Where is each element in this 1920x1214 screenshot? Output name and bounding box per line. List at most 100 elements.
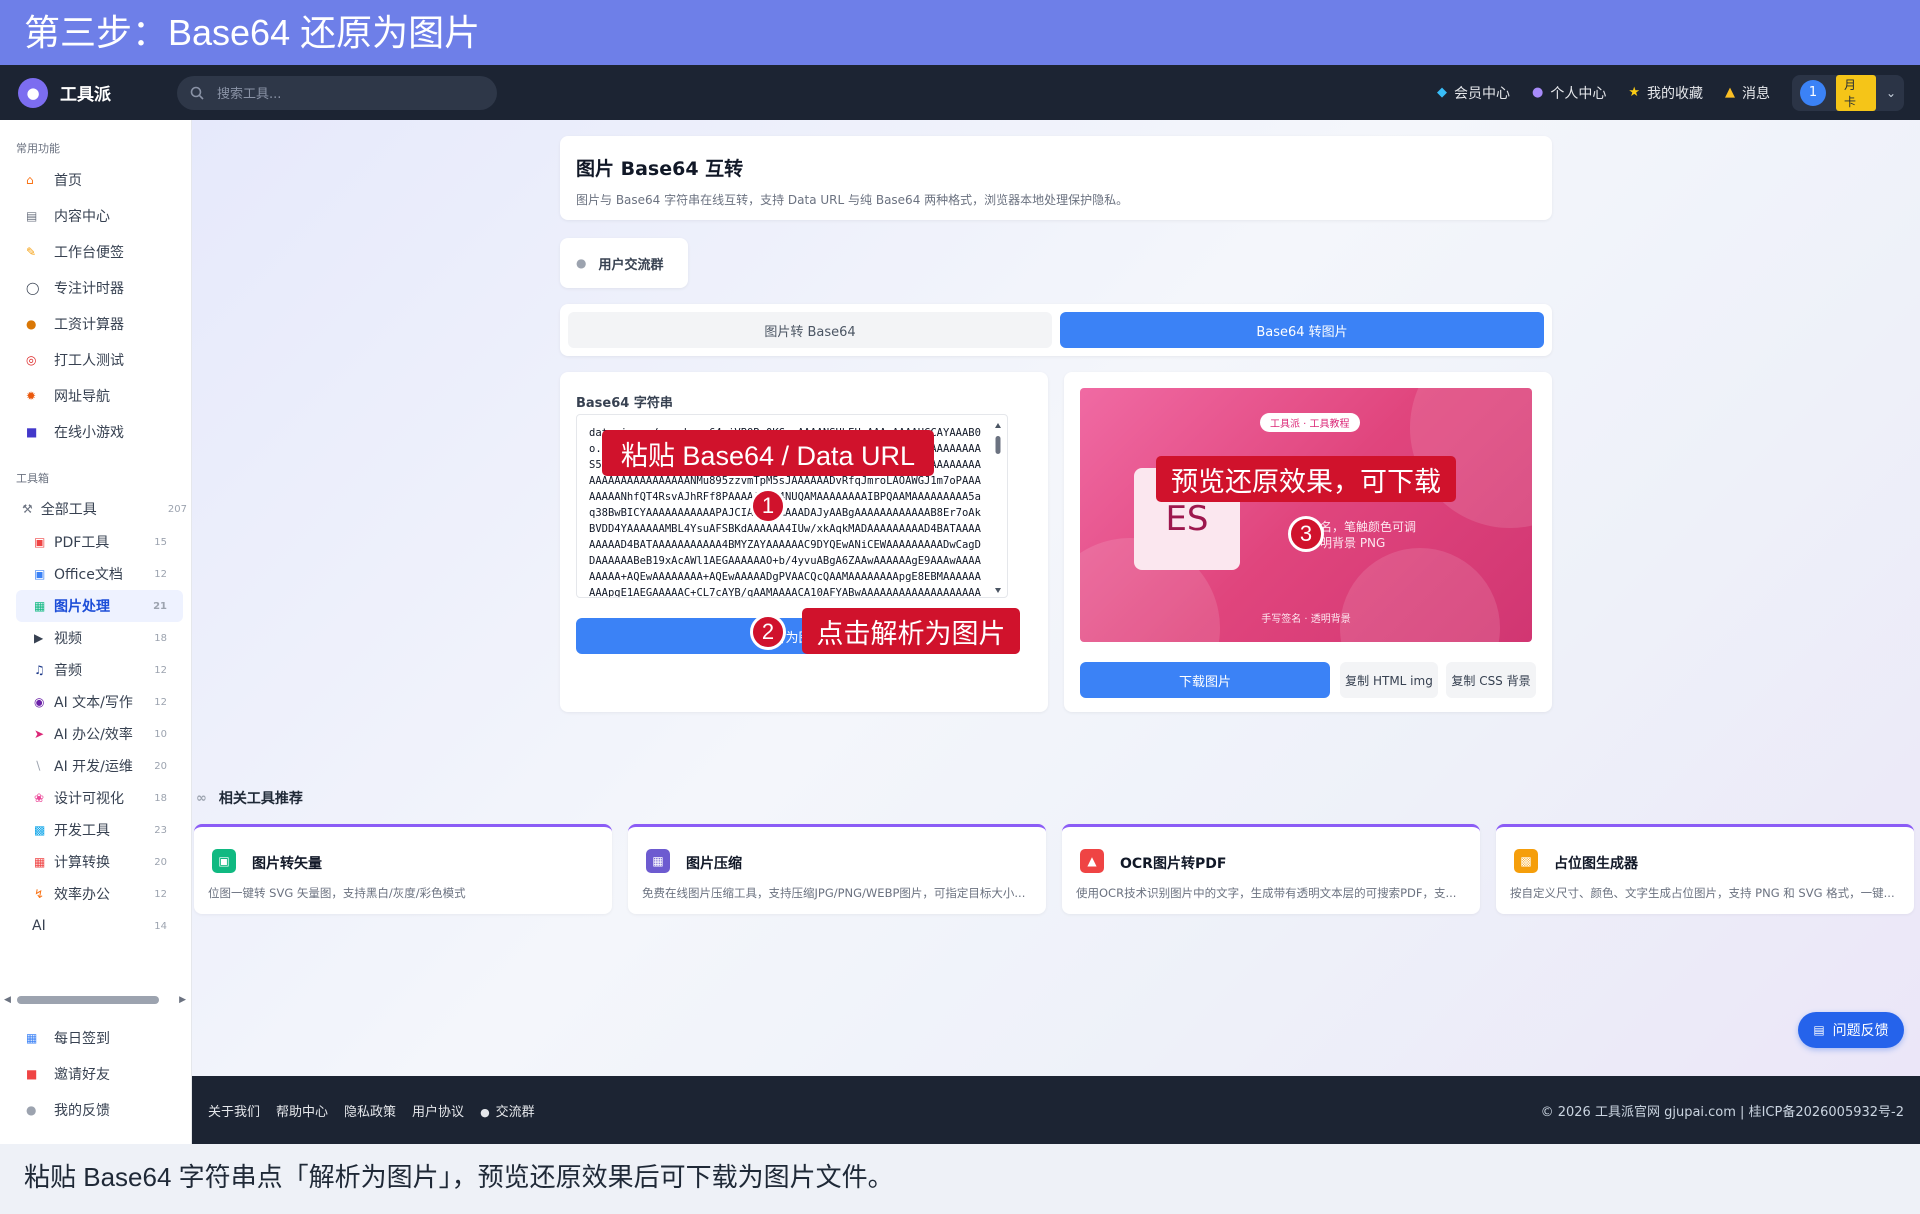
sidebar-item-test[interactable]: ◎ 打工人测试 xyxy=(0,342,191,378)
sidebar-cat-ai[interactable]: AI 14 xyxy=(0,910,191,942)
download-image-button[interactable]: 下载图片 xyxy=(1080,662,1330,698)
count-badge: 12 xyxy=(154,696,167,708)
related-tool-card[interactable]: ▦ 图片压缩 免费在线图片压缩工具，支持压缩JPG/PNG/WEBP图片，可指定… xyxy=(628,824,1046,914)
scroll-right-icon: ▶ xyxy=(179,995,186,1005)
search-placeholder: 搜索工具... xyxy=(217,87,282,102)
sidebar-item-all-tools[interactable]: ⚒ 全部工具 207 xyxy=(0,492,191,526)
sidebar-cat-audio[interactable]: ♫ 音频 12 xyxy=(0,654,191,686)
nav-messages[interactable]: ▲ 消息 xyxy=(1725,83,1770,103)
sidebar-cat-office[interactable]: ▣ Office文档 12 xyxy=(0,558,191,590)
annotation-callout-1: 粘贴 Base64 / Data URL xyxy=(602,430,934,476)
abacus-icon: ▦ xyxy=(34,855,46,869)
sidebar-item-label: 图片处理 xyxy=(54,599,110,615)
compass-icon: ✹ xyxy=(26,389,37,403)
nav-profile[interactable]: ● 个人中心 xyxy=(1532,83,1606,103)
nav-link-label: 会员中心 xyxy=(1454,85,1510,102)
sidebar-item-salary[interactable]: ● 工资计算器 xyxy=(0,306,191,342)
sidebar-item-label: 我的反馈 xyxy=(54,1103,110,1119)
page-description: 图片与 Base64 字符串在线互转，支持 Data URL 与纯 Base64… xyxy=(576,193,1129,207)
sidebar-cat-devtools[interactable]: ▩ 开发工具 23 xyxy=(0,814,191,846)
nav-link-label: 个人中心 xyxy=(1550,85,1607,102)
sidebar-item-label: PDF工具 xyxy=(54,535,110,551)
scroll-left-icon: ◀ xyxy=(4,995,11,1005)
related-tool-card[interactable]: ▲ OCR图片转PDF 使用OCR技术识别图片中的文字，生成带有透明文本层的可搜… xyxy=(1062,824,1480,914)
related-tool-name: 图片压缩 xyxy=(686,856,742,872)
sidebar-item-content[interactable]: ▤ 内容中心 xyxy=(0,198,191,234)
sidebar-item-home[interactable]: ⌂ 首页 xyxy=(0,162,191,198)
count-badge: 12 xyxy=(154,664,167,676)
wrench-icon: ∖ xyxy=(34,759,42,773)
related-tool-desc: 按自定义尺寸、颜色、文字生成占位图片，支持 PNG 和 SVG 格式，一键... xyxy=(1510,886,1895,900)
related-tools-title: ∞ 相关工具推荐 xyxy=(196,788,303,808)
feedback-button[interactable]: ▤ 问题反馈 xyxy=(1798,1012,1904,1048)
sidebar-item-label: 全部工具 xyxy=(40,502,97,518)
textarea-scrollbar[interactable] xyxy=(994,422,1002,594)
user-group-button[interactable]: ● 用户交流群 xyxy=(560,238,688,288)
sidebar-item-nav[interactable]: ✹ 网址导航 xyxy=(0,378,191,414)
link-icon: ∞ xyxy=(196,790,207,806)
related-tool-card[interactable]: ▩ 占位图生成器 按自定义尺寸、颜色、文字生成占位图片，支持 PNG 和 SVG… xyxy=(1496,824,1914,914)
sidebar-item-label: 专注计时器 xyxy=(54,281,124,297)
nav-link-label: 我的收藏 xyxy=(1647,85,1703,102)
sidebar-item-label: AI 文本/写作 xyxy=(54,695,133,711)
footer-link-group[interactable]: ● 交流群 xyxy=(480,1101,535,1120)
preview-footer-text: 手写签名 · 透明背景 xyxy=(1261,614,1351,625)
tab-base64-to-image[interactable]: Base64 转图片 xyxy=(1060,312,1544,348)
chevron-down-icon: ⌄ xyxy=(1885,85,1896,100)
membership-badge: 月卡 xyxy=(1835,74,1876,111)
sidebar-item-feedback[interactable]: ● 我的反馈 xyxy=(0,1092,191,1128)
sidebar-cat-video[interactable]: ▶ 视频 18 xyxy=(0,622,191,654)
document-icon: ▣ xyxy=(34,567,46,581)
sidebar-item-label: 邀请好友 xyxy=(54,1067,110,1083)
annotation-number-1: 1 xyxy=(750,488,786,524)
related-title-text: 相关工具推荐 xyxy=(218,791,303,807)
sidebar-cat-calc[interactable]: ▦ 计算转换 20 xyxy=(0,846,191,878)
annotation-callout-2: 点击解析为图片 xyxy=(802,608,1020,654)
sidebar-cat-ai-writing[interactable]: ◉ AI 文本/写作 12 xyxy=(0,686,191,718)
copy-html-img-button[interactable]: 复制 HTML img xyxy=(1340,662,1438,698)
search-input[interactable]: 搜索工具... xyxy=(177,75,497,110)
sidebar-item-checkin[interactable]: ▦ 每日签到 xyxy=(0,1020,191,1056)
sidebar-cat-design[interactable]: ❀ 设计可视化 18 xyxy=(0,782,191,814)
sidebar-item-memo[interactable]: ✎ 工作台便签 xyxy=(0,234,191,270)
sidebar-cat-pdf[interactable]: ▣ PDF工具 15 xyxy=(0,526,191,558)
sidebar-cat-efficiency[interactable]: ↯ 效率办公 12 xyxy=(0,878,191,910)
scrollbar-thumb[interactable] xyxy=(16,996,159,1004)
sidebar-item-label: 计算转换 xyxy=(54,855,110,871)
sidebar-item-label: AI 办公/效率 xyxy=(54,727,133,743)
sidebar-item-label: 工作台便签 xyxy=(54,245,124,261)
target-icon: ◎ xyxy=(26,353,37,367)
tab-image-to-base64[interactable]: 图片转 Base64 xyxy=(568,312,1052,348)
sidebar-item-label: 首页 xyxy=(54,173,82,189)
footer-link-label: 交流群 xyxy=(495,1104,535,1120)
timer-icon: ◯ xyxy=(26,281,40,295)
user-menu[interactable]: 1 月卡 ⌄ xyxy=(1792,74,1904,111)
nav-link-label: 消息 xyxy=(1742,85,1770,102)
tool-header-card: 图片 Base64 互转 图片与 Base64 字符串在线互转，支持 Data … xyxy=(560,136,1552,220)
sidebar-item-label: 音频 xyxy=(54,663,82,679)
sidebar-item-label: 在线小游戏 xyxy=(54,425,124,441)
footer-link-privacy[interactable]: 隐私政策 xyxy=(344,1101,396,1120)
footer-link-terms[interactable]: 用户协议 xyxy=(412,1101,464,1120)
nav-vip-center[interactable]: ◆ 会员中心 xyxy=(1437,83,1510,103)
gamepad-icon: ■ xyxy=(26,425,38,439)
footer-link-about[interactable]: 关于我们 xyxy=(208,1101,260,1120)
sidebar-item-label: 开发工具 xyxy=(54,823,110,839)
page-title: 图片 Base64 互转 xyxy=(576,158,744,180)
sidebar-item-invite[interactable]: ■ 邀请好友 xyxy=(0,1056,191,1092)
nav-favorites[interactable]: ★ 我的收藏 xyxy=(1628,83,1703,103)
sidebar-item-games[interactable]: ■ 在线小游戏 xyxy=(0,414,191,450)
logo-icon: ● xyxy=(18,77,48,108)
sidebar-cat-ai-dev[interactable]: ∖ AI 开发/运维 20 xyxy=(0,750,191,782)
chat-bubble-icon: ● xyxy=(576,256,587,270)
copy-css-background-button[interactable]: 复制 CSS 背景 xyxy=(1446,662,1536,698)
sidebar-item-label: 设计可视化 xyxy=(54,791,124,807)
footer-link-help[interactable]: 帮助中心 xyxy=(276,1101,328,1120)
sidebar-horizontal-scrollbar[interactable]: ◀ ▶ xyxy=(4,994,188,1006)
logo[interactable]: ● 工具派 xyxy=(18,77,111,108)
sidebar-cat-image[interactable]: ▦ 图片处理 21 xyxy=(16,590,183,622)
related-tool-card[interactable]: ▣ 图片转矢量 位图一键转 SVG 矢量图，支持黑白/灰度/彩色模式 xyxy=(194,824,612,914)
tutorial-caption: 粘贴 Base64 字符串点「解析为图片」，预览还原效果后可下载为图片文件。 xyxy=(0,1144,1920,1214)
sidebar-item-timer[interactable]: ◯ 专注计时器 xyxy=(0,270,191,306)
sidebar-cat-ai-office[interactable]: ➤ AI 办公/效率 10 xyxy=(0,718,191,750)
